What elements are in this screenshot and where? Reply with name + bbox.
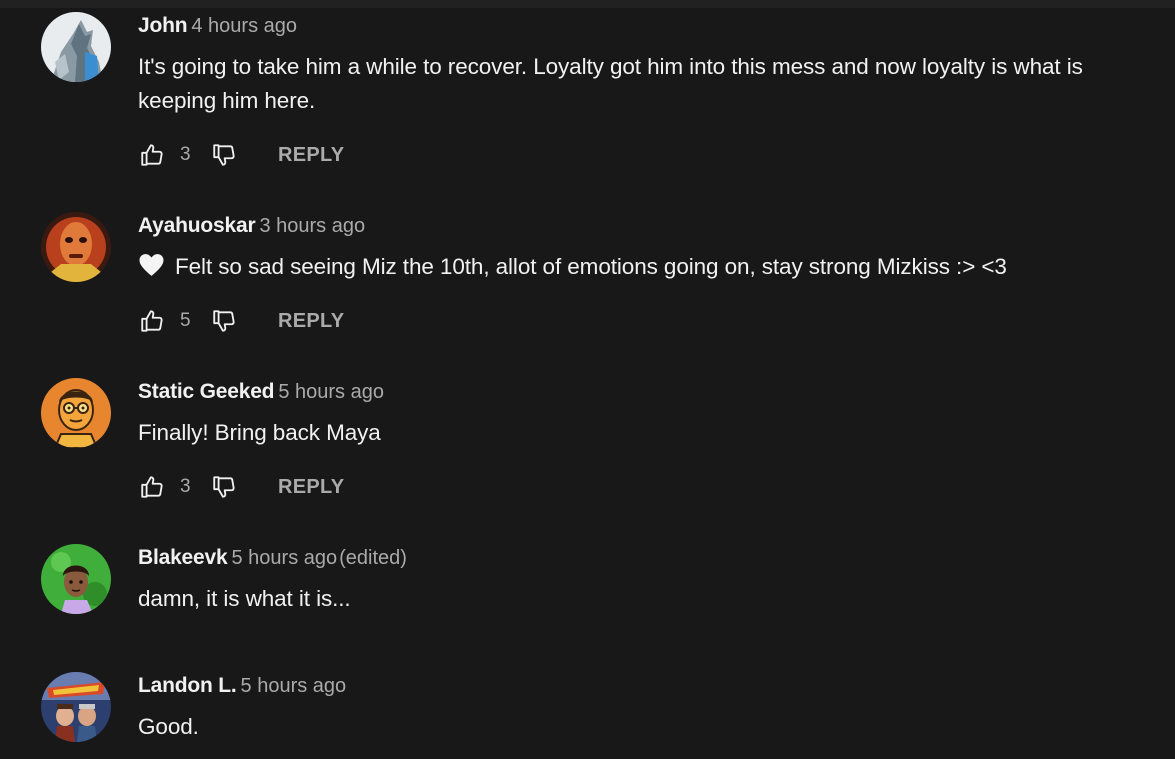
reply-button[interactable]: REPLY: [278, 476, 344, 499]
comment-text-row: Felt so sad seeing Miz the 10th, allot o…: [138, 250, 1155, 284]
comment-text: Good.: [138, 714, 199, 739]
like-count: 3: [180, 144, 191, 165]
comment-actions: 3 REPLY: [138, 472, 344, 502]
white-heart-icon: [139, 254, 164, 276]
comment-actions: 3 REPLY: [138, 140, 344, 170]
comment-timestamp[interactable]: 4 hours ago: [191, 15, 297, 37]
comment-text: Felt so sad seeing Miz the 10th, allot o…: [175, 254, 1007, 279]
thumbs-down-icon: [213, 310, 235, 332]
dislike-button[interactable]: [210, 307, 238, 335]
comment-text: It's going to take him a while to recove…: [138, 54, 1083, 113]
reply-button[interactable]: REPLY: [278, 144, 344, 167]
comment-timestamp[interactable]: 5 hours ago: [231, 547, 337, 569]
thumbs-up-icon: [141, 476, 163, 498]
comment-text: damn, it is what it is...: [138, 586, 351, 611]
comment-author[interactable]: John: [138, 14, 188, 37]
comment-text: Finally! Bring back Maya: [138, 420, 381, 445]
comment-timestamp[interactable]: 3 hours ago: [259, 215, 365, 237]
like-count: 5: [180, 310, 191, 331]
like-button[interactable]: [138, 473, 166, 501]
avatar[interactable]: [41, 212, 111, 282]
comment-timestamp[interactable]: 5 hours ago: [241, 675, 347, 697]
like-button[interactable]: [138, 307, 166, 335]
comment-author[interactable]: Ayahuoskar: [138, 214, 256, 237]
comment-author[interactable]: Blakeevk: [138, 546, 228, 569]
avatar[interactable]: [41, 378, 111, 448]
top-bar: [0, 0, 1175, 8]
avatar[interactable]: [41, 12, 111, 82]
avatar[interactable]: [41, 544, 111, 614]
like-count: 3: [180, 476, 191, 497]
comment-author[interactable]: Landon L.: [138, 674, 237, 697]
edited-label: (edited): [339, 547, 407, 569]
dislike-button[interactable]: [210, 141, 238, 169]
comment-actions: 5 REPLY: [138, 306, 344, 336]
thumbs-down-icon: [213, 476, 235, 498]
thumbs-up-icon: [141, 144, 163, 166]
dislike-button[interactable]: [210, 473, 238, 501]
thumbs-up-icon: [141, 310, 163, 332]
reply-button[interactable]: REPLY: [278, 310, 344, 333]
comment-author[interactable]: Static Geeked: [138, 380, 275, 403]
comment-timestamp[interactable]: 5 hours ago: [278, 381, 384, 403]
avatar[interactable]: [41, 672, 111, 742]
thumbs-down-icon: [213, 144, 235, 166]
like-button[interactable]: [138, 141, 166, 169]
